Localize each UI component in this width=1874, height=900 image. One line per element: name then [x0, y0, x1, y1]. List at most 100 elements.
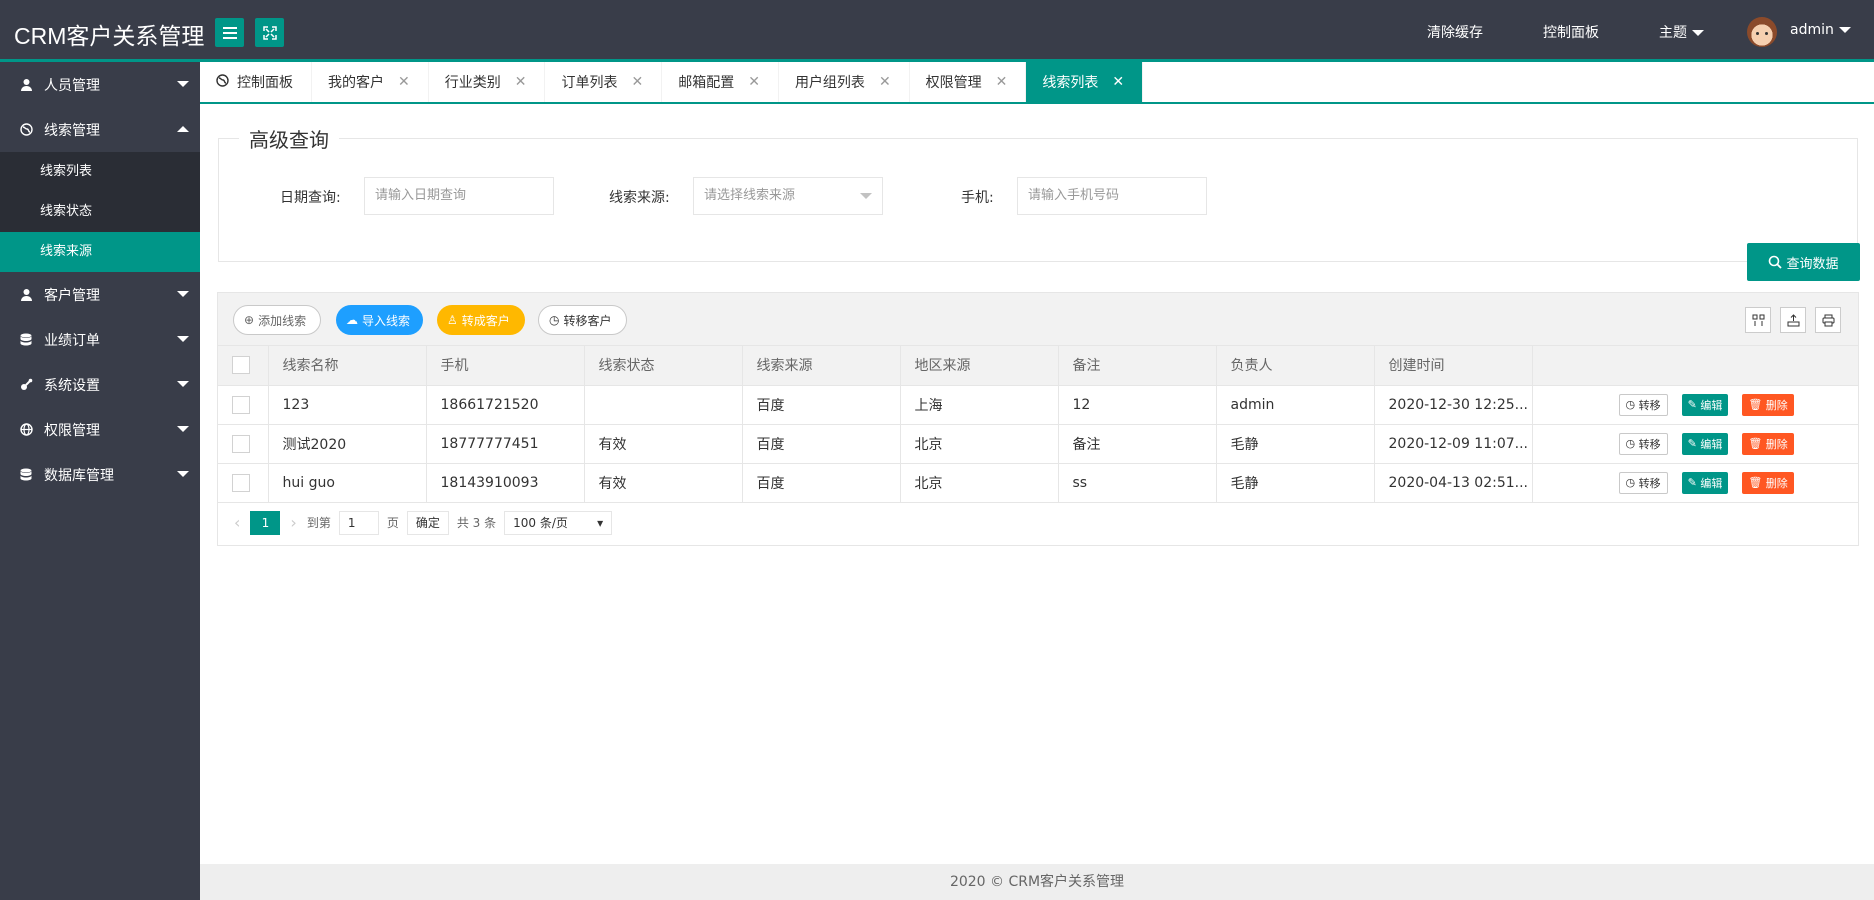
column-header[interactable]: 备注	[1058, 346, 1217, 386]
fullscreen-button[interactable]	[255, 18, 284, 47]
column-header[interactable]: 线索名称	[268, 346, 427, 386]
column-header[interactable]: 线索状态	[584, 346, 743, 386]
transfer-customer-button[interactable]: ◷ 转移客户	[538, 305, 627, 335]
sidebar-item-label: 业绩订单	[44, 332, 100, 349]
close-icon[interactable]: ✕	[879, 74, 891, 90]
sidebar-item-leads[interactable]: 线索管理	[0, 107, 200, 152]
tab-mail-config[interactable]: 邮箱配置 ✕	[662, 62, 779, 102]
dashboard-link[interactable]: 控制面板	[1543, 22, 1599, 42]
tab-label: 我的客户	[328, 75, 384, 91]
edit-label: 编辑	[1700, 398, 1723, 412]
table-row: 123 18661721520 百度 上海 12 admin 2020-12-3…	[218, 385, 1858, 425]
close-icon[interactable]: ✕	[515, 74, 527, 90]
transfer-label: 转移	[1638, 398, 1661, 412]
query-button[interactable]: 查询数据	[1747, 243, 1860, 281]
delete-button[interactable]: 🗑 删除	[1742, 432, 1794, 455]
sidebar-subitem-lead-list[interactable]: 线索列表	[0, 152, 200, 192]
edit-button[interactable]: ✎ 编辑	[1681, 471, 1729, 494]
avatar[interactable]	[1747, 17, 1777, 47]
row-select-cell	[218, 463, 269, 503]
created-time-cell: 2020-04-13 02:51...	[1374, 463, 1533, 503]
chevron-left-icon[interactable]: ‹	[234, 513, 240, 532]
table-toolbar: ⊕ 添加线索 ☁ 导入线索 ♙ 转成客户 ◷ 转移客户	[218, 293, 1858, 346]
export-button[interactable]	[1780, 307, 1806, 333]
lead-table-panel: ⊕ 添加线索 ☁ 导入线索 ♙ 转成客户 ◷ 转移客户 线索名称 手机 线索状态…	[217, 292, 1859, 546]
database-icon	[19, 333, 33, 347]
chevron-right-icon[interactable]: ›	[290, 513, 296, 532]
close-icon[interactable]: ✕	[398, 74, 410, 90]
source-cell: 百度	[742, 424, 901, 464]
user-icon	[19, 78, 33, 92]
close-icon[interactable]: ✕	[748, 74, 760, 90]
print-icon	[1822, 314, 1834, 326]
column-header[interactable]: 手机	[426, 346, 585, 386]
page-size-select[interactable]: 100 条/页 ▾	[504, 510, 613, 535]
import-leads-button[interactable]: ☁ 导入线索	[336, 305, 423, 335]
sidebar-item-orders[interactable]: 业绩订单	[0, 317, 200, 362]
goto-confirm-button[interactable]: 确定	[406, 510, 449, 535]
sidebar-item-customers[interactable]: 客户管理	[0, 272, 200, 317]
tab-label: 权限管理	[925, 75, 982, 91]
column-header[interactable]: 线索来源	[742, 346, 901, 386]
delete-button[interactable]: 🗑 删除	[1742, 471, 1794, 494]
transfer-button[interactable]: ◷ 转移	[1618, 393, 1668, 416]
page-current[interactable]: 1	[250, 510, 281, 535]
columns-filter-button[interactable]	[1745, 307, 1771, 333]
tab-label: 邮箱配置	[678, 75, 735, 91]
sidebar-subitem-lead-source[interactable]: 线索来源	[0, 232, 200, 272]
edit-button[interactable]: ✎ 编辑	[1681, 432, 1729, 455]
close-icon[interactable]: ✕	[996, 74, 1008, 90]
goto-page-input[interactable]: 1	[338, 510, 379, 535]
tab-label: 订单列表	[561, 75, 618, 91]
transfer-button[interactable]: ◷ 转移	[1618, 471, 1668, 494]
column-header[interactable]: 负责人	[1216, 346, 1375, 386]
tab-industry[interactable]: 行业类别 ✕	[429, 62, 546, 102]
add-lead-button[interactable]: ⊕ 添加线索	[233, 305, 321, 335]
theme-menu[interactable]: 主题	[1659, 22, 1704, 42]
sidebar-item-database[interactable]: 数据库管理	[0, 452, 200, 497]
tab-dashboard[interactable]: 控制面板	[200, 62, 312, 102]
user-menu[interactable]: admin	[1790, 22, 1851, 38]
sidebar-subitem-lead-status[interactable]: 线索状态	[0, 192, 200, 232]
tab-permissions[interactable]: 权限管理 ✕	[910, 62, 1027, 102]
delete-label: 删除	[1765, 398, 1788, 412]
row-checkbox[interactable]	[232, 434, 250, 453]
source-select[interactable]: 请选择线索来源	[693, 177, 883, 215]
print-button[interactable]	[1815, 307, 1841, 333]
lead-name-cell: 123	[268, 385, 427, 425]
transfer-button[interactable]: ◷ 转移	[1618, 432, 1668, 455]
convert-customer-button[interactable]: ♙ 转成客户	[437, 305, 525, 335]
tab-orders[interactable]: 订单列表 ✕	[545, 62, 663, 102]
delete-button[interactable]: 🗑 删除	[1742, 393, 1794, 416]
globe-icon	[19, 123, 33, 137]
column-header[interactable]: 创建时间	[1374, 346, 1533, 386]
select-all-checkbox[interactable]	[232, 356, 250, 375]
main-content: 高级查询 日期查询: 请输入日期查询 线索来源: 请选择线索来源 手机: 请输入…	[200, 104, 1874, 864]
tab-lead-list[interactable]: 线索列表 ✕	[1026, 62, 1144, 102]
close-icon[interactable]: ✕	[1112, 74, 1124, 90]
column-header[interactable]: 地区来源	[900, 346, 1059, 386]
lead-name-cell: 测试2020	[268, 424, 427, 464]
globe-icon	[19, 423, 33, 437]
sidebar-item-staff[interactable]: 人员管理	[0, 62, 200, 107]
clear-cache-link[interactable]: 清除缓存	[1427, 22, 1483, 42]
phone-input[interactable]: 请输入手机号码	[1017, 177, 1207, 215]
source-cell: 百度	[742, 385, 901, 425]
add-lead-label: 添加线索	[258, 313, 307, 328]
query-button-label: 查询数据	[1786, 256, 1839, 272]
row-checkbox[interactable]	[232, 395, 250, 414]
close-icon[interactable]: ✕	[631, 74, 643, 90]
edit-button[interactable]: ✎ 编辑	[1681, 393, 1729, 416]
row-select-cell	[218, 424, 269, 464]
actions-cell: ◷ 转移 ✎ 编辑 🗑 删除	[1532, 385, 1858, 425]
tab-user-groups[interactable]: 用户组列表 ✕	[779, 62, 910, 102]
import-leads-label: 导入线索	[362, 313, 411, 328]
sidebar-item-permissions[interactable]: 权限管理	[0, 407, 200, 452]
lead-name-cell: hui guo	[268, 463, 427, 503]
tab-my-customers[interactable]: 我的客户 ✕	[312, 62, 429, 102]
table-header-row: 线索名称 手机 线索状态 线索来源 地区来源 备注 负责人 创建时间	[218, 346, 1858, 386]
row-checkbox[interactable]	[232, 473, 250, 492]
menu-toggle-button[interactable]	[215, 18, 244, 47]
sidebar-item-settings[interactable]: 系统设置	[0, 362, 200, 407]
date-input[interactable]: 请输入日期查询	[364, 177, 554, 215]
